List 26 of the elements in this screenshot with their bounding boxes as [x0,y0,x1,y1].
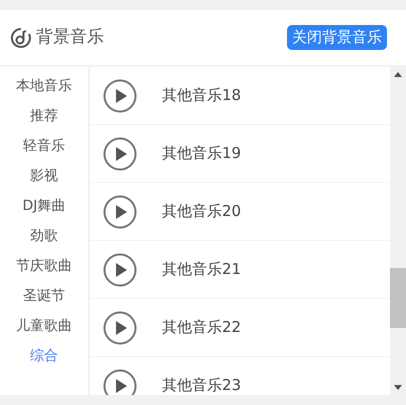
play-icon[interactable] [103,252,137,286]
category-item[interactable]: 儿童歌曲 [0,311,88,341]
header-title: 背景音乐 [36,26,104,49]
music-note-icon [10,26,32,48]
category-item[interactable]: 推荐 [0,101,88,131]
track-title[interactable]: 其他音乐20 [162,200,242,223]
play-icon[interactable] [103,368,137,395]
track-title[interactable]: 其他音乐18 [162,84,242,107]
scrollbar-thumb[interactable] [390,268,406,328]
close-music-button[interactable]: 关闭背景音乐 [287,24,387,50]
track-title[interactable]: 其他音乐23 [162,374,242,395]
category-item[interactable]: 影视 [0,161,88,191]
track-title[interactable]: 其他音乐21 [162,258,242,281]
category-item[interactable]: 轻音乐 [0,131,88,161]
track-title[interactable]: 其他音乐19 [162,142,242,165]
play-icon[interactable] [103,136,137,170]
category-item[interactable]: 劲歌 [0,221,88,251]
play-icon[interactable] [103,78,137,112]
category-item[interactable]: 本地音乐 [0,71,88,101]
play-icon[interactable] [103,194,137,228]
category-item[interactable]: 圣诞节 [0,281,88,311]
play-icon[interactable] [103,310,137,344]
track-title[interactable]: 其他音乐22 [162,316,242,339]
category-item[interactable]: 节庆歌曲 [0,251,88,281]
category-item[interactable]: 综合 [0,341,88,371]
category-item[interactable]: DJ舞曲 [0,191,88,221]
